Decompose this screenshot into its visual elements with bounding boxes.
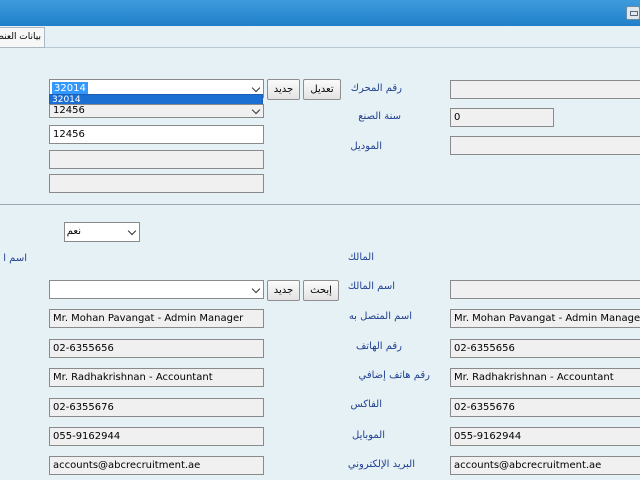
restore-icon [630, 11, 638, 16]
engine-number-label: رقم المحرك [350, 83, 402, 94]
vehicle-field-empty-1[interactable] [49, 150, 264, 169]
extra-phone-field-left[interactable]: Mr. Radhakrishnan - Accountant [49, 368, 264, 387]
fax-label: الفاكس [350, 399, 382, 410]
email-field-left[interactable]: accounts@abcrecruitment.ae [49, 456, 264, 475]
owner-name-select[interactable] [49, 280, 264, 299]
contact-label: اسم المتصل به [348, 311, 412, 322]
mobile-field-left[interactable]: 055-9162944 [49, 427, 264, 446]
mobile-field-right[interactable]: 055-9162944 [450, 427, 640, 446]
owner-name-label: اسم المالك [347, 281, 395, 292]
owner-name-field[interactable] [450, 280, 640, 299]
section-divider [0, 204, 640, 205]
secondary-select[interactable]: 12456 [49, 104, 264, 118]
vehicle-field-empty-2[interactable] [49, 174, 264, 193]
owner-label: المالك [347, 252, 374, 263]
chevron-down-icon [127, 226, 137, 236]
secondary-select-value: 12456 [53, 105, 85, 116]
new-vehicle-button[interactable]: جديد [267, 79, 300, 100]
owner-yes-no-value: نعم [66, 226, 81, 237]
title-bar [0, 0, 640, 26]
model-label: الموديل [350, 141, 382, 152]
vehicle-field[interactable]: 12456 [49, 125, 264, 144]
extra-phone-field-right[interactable]: Mr. Radhakrishnan - Accountant [450, 368, 640, 387]
new-owner-button[interactable]: جديد [267, 280, 300, 301]
chevron-down-icon [251, 105, 261, 115]
manufacture-year-label: سنة الصنع [358, 111, 401, 122]
contact-field-right[interactable]: Mr. Mohan Pavangat - Admin Manager [450, 309, 640, 328]
manufacture-year-field[interactable]: 0 [450, 108, 554, 127]
chevron-down-icon [251, 284, 261, 294]
tab-item-data[interactable]: بيانات العنصر [0, 27, 45, 48]
email-label: البريد الإلكتروني [347, 459, 415, 470]
edit-vehicle-button[interactable]: تعديل [303, 79, 341, 100]
model-field[interactable] [450, 136, 640, 155]
email-field-right[interactable]: accounts@abcrecruitment.ae [450, 456, 640, 475]
engine-number-field[interactable] [450, 80, 640, 99]
owner-name-label-partial: اسم ا [3, 253, 27, 264]
phone-field-right[interactable]: 02-6355656 [450, 339, 640, 358]
owner-yes-no-select[interactable]: نعم [64, 222, 140, 242]
search-owner-button[interactable]: إبحث [303, 280, 339, 301]
phone-field-left[interactable]: 02-6355656 [49, 339, 264, 358]
tab-strip [0, 26, 640, 48]
contact-field-left[interactable]: Mr. Mohan Pavangat - Admin Manager [49, 309, 264, 328]
extra-phone-label: رقم هاتف إضافي [358, 370, 430, 381]
window-control-button[interactable] [626, 6, 640, 20]
mobile-label: الموبايل [352, 430, 385, 441]
phone-label: رقم الهاتف [355, 341, 402, 352]
fax-field-left[interactable]: 02-6355676 [49, 398, 264, 417]
chevron-down-icon [251, 83, 261, 93]
fax-field-right[interactable]: 02-6355676 [450, 398, 640, 417]
